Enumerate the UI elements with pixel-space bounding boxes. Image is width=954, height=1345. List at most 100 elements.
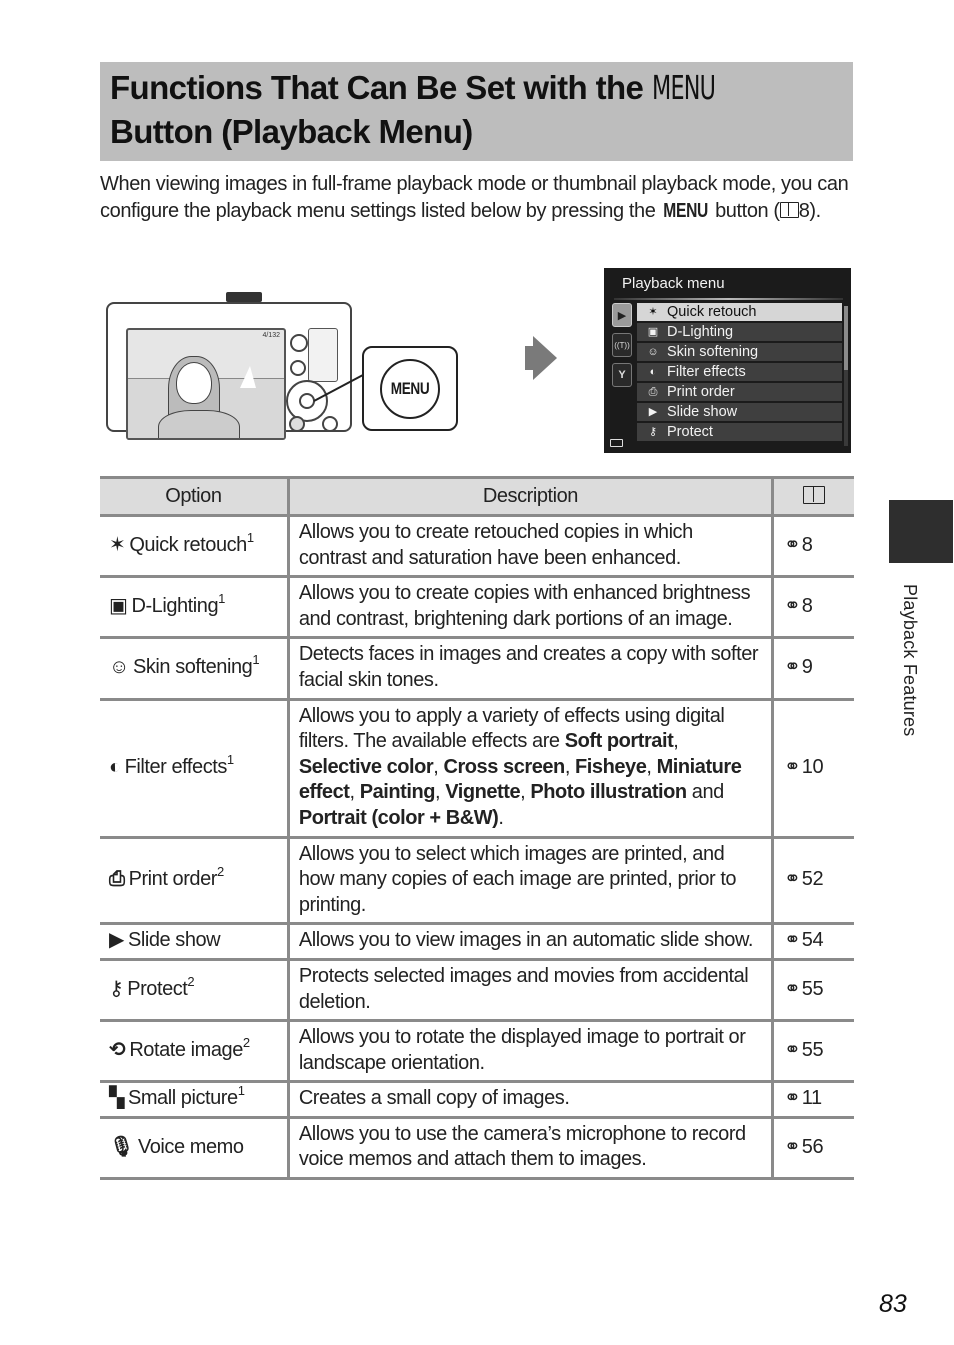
page-reference-link[interactable]: 11 bbox=[802, 1087, 822, 1109]
title-divider bbox=[614, 298, 843, 300]
slide-show-icon: ▶ bbox=[109, 929, 124, 952]
ok-button bbox=[299, 393, 315, 409]
page-number: 83 bbox=[879, 1290, 907, 1318]
menu-button-callout: MENU bbox=[362, 346, 458, 431]
page-reference-link[interactable]: 9 bbox=[802, 656, 813, 678]
footnote-marker: 1 bbox=[237, 1083, 245, 1099]
record-button bbox=[290, 334, 308, 352]
description-text: , bbox=[433, 755, 444, 778]
description-text: , bbox=[520, 781, 531, 804]
description-cell: Allows you to create retouched copies in… bbox=[286, 513, 775, 579]
camera-body: 4/132 bbox=[106, 302, 352, 440]
slide-show-icon: ▶ bbox=[648, 406, 658, 418]
menu-item[interactable]: ◐ Filter effects bbox=[637, 363, 842, 381]
description-text: , bbox=[646, 755, 657, 778]
description-text: and bbox=[686, 781, 724, 804]
menu-button-icon: MENU bbox=[380, 359, 440, 419]
binoculars-icon: ⚭ bbox=[784, 594, 801, 617]
menu-scrollbar[interactable] bbox=[844, 306, 848, 446]
option-label: Print order bbox=[128, 868, 218, 891]
page-ref-link[interactable]: 8 bbox=[799, 200, 810, 222]
option-label: D-Lighting bbox=[131, 594, 219, 617]
binoculars-icon: ⚭ bbox=[784, 656, 801, 679]
table-row: ▶ Slide show Allows you to view images in … bbox=[100, 922, 854, 961]
menu-button-label: MENU bbox=[390, 379, 430, 398]
menu-item[interactable]: ✶ Quick retouch bbox=[637, 303, 842, 321]
description-text: Allows you to rotate the displayed image… bbox=[298, 1026, 746, 1074]
book-icon bbox=[779, 202, 799, 218]
option-cell: ⚷ Protect2 bbox=[100, 957, 290, 1023]
binoculars-icon: ⚭ bbox=[784, 755, 801, 778]
page-reference-link[interactable]: 56 bbox=[802, 1136, 824, 1158]
menu-item[interactable]: ⎙ Print order bbox=[637, 383, 842, 401]
page-reference-link[interactable]: 8 bbox=[802, 534, 813, 556]
page-title: Functions That Can Be Set with the MENU … bbox=[110, 66, 724, 154]
frame-counter: 4/132 bbox=[262, 332, 280, 339]
page-reference-link[interactable]: 8 bbox=[802, 595, 813, 617]
footnote-marker: 2 bbox=[216, 864, 224, 880]
skin-softening-icon: ☺ bbox=[109, 656, 129, 679]
wireless-icon[interactable]: ((T)) bbox=[612, 333, 632, 357]
description-text: Allows you to use the camera’s microphon… bbox=[298, 1122, 746, 1171]
description-text: Detects faces in images and creates a co… bbox=[298, 643, 759, 691]
options-table: Option Description ✶ Quick retouch1 Allows… bbox=[100, 476, 854, 1181]
option-label: Filter effects bbox=[124, 755, 228, 778]
binoculars-icon: ⚭ bbox=[784, 929, 801, 952]
playback-icon[interactable]: ▶ bbox=[612, 303, 632, 327]
binoculars-icon: ⚭ bbox=[784, 977, 801, 1000]
menu-item[interactable]: ⚷ Protect bbox=[637, 423, 842, 441]
page-reference-link[interactable]: 52 bbox=[802, 868, 824, 890]
table-row: ⎙ Print order2 Allows you to select which … bbox=[100, 835, 854, 926]
page-reference-link[interactable]: 55 bbox=[802, 978, 824, 1000]
title-part1: Functions That Can Be Set with the bbox=[110, 69, 652, 106]
menu-item[interactable]: ☺ Skin softening bbox=[637, 343, 842, 361]
menu-item-label: Print order bbox=[667, 384, 735, 400]
option-label: Rotate image bbox=[129, 1038, 243, 1061]
filter-effects-icon: ◐ bbox=[649, 366, 657, 378]
page-reference-link[interactable]: 54 bbox=[802, 929, 824, 951]
table-row: ▚ Small picture1 Creates a small copy of i… bbox=[100, 1080, 854, 1119]
menu-screen-title: Playback menu bbox=[622, 275, 725, 292]
table-row: ⟲ Rotate image2 Allows you to rotate the d… bbox=[100, 1019, 854, 1084]
menu-item-label: Protect bbox=[667, 424, 713, 440]
option-label: Protect bbox=[127, 977, 188, 1000]
menu-item-label: Skin softening bbox=[667, 344, 759, 360]
menu-item[interactable]: ▶ Slide show bbox=[637, 403, 842, 421]
reference-cell: ⚭ 52 bbox=[771, 835, 854, 926]
option-cell: 🎙 Voice memo bbox=[100, 1115, 290, 1181]
option-label: Quick retouch bbox=[129, 533, 247, 556]
page-reference-link[interactable]: 55 bbox=[802, 1039, 824, 1061]
table-row: 🎙 Voice memo Allows you to use the camera’… bbox=[100, 1115, 854, 1181]
quick-retouch-icon: ✶ bbox=[109, 533, 126, 556]
footnote-marker: 1 bbox=[218, 590, 225, 606]
option-cell: ✶ Quick retouch1 bbox=[100, 513, 290, 579]
skin-softening-icon: ☺ bbox=[647, 346, 659, 358]
protect-icon: ⚷ bbox=[648, 426, 658, 438]
description-text: Allows you to create retouched copies in… bbox=[298, 521, 693, 569]
binoculars-icon: ⚭ bbox=[784, 1038, 801, 1061]
reference-cell: ⚭ 55 bbox=[771, 957, 854, 1023]
zoom-dial bbox=[226, 292, 262, 302]
table-header-row: Option Description bbox=[100, 476, 854, 517]
scene-sailboat bbox=[240, 366, 256, 388]
menu-item[interactable]: ▣ D-Lighting bbox=[637, 323, 842, 341]
scrollbar-thumb[interactable] bbox=[844, 306, 848, 370]
description-text: . bbox=[498, 806, 504, 829]
protect-icon: ⚷ bbox=[109, 977, 124, 1000]
print-order-icon: ⎙ bbox=[648, 386, 658, 398]
option-label: Voice memo bbox=[137, 1135, 244, 1158]
playback-button bbox=[290, 360, 306, 376]
small-picture-icon: ▚ bbox=[109, 1087, 124, 1110]
battery-icon bbox=[610, 439, 623, 447]
page-reference-link[interactable]: 10 bbox=[802, 756, 824, 778]
menu-word: MENU bbox=[662, 200, 708, 222]
flash-panel bbox=[308, 328, 338, 382]
menu-item-list: ✶ Quick retouch ▣ D-Lighting ☺ Skin softening… bbox=[637, 303, 842, 443]
reference-cell: ⚭ 54 bbox=[771, 922, 854, 961]
effect-name: Photo illustration bbox=[530, 781, 687, 804]
title-banner: Functions That Can Be Set with the MENU … bbox=[100, 62, 853, 161]
description-cell: Detects faces in images and creates a co… bbox=[286, 636, 775, 701]
option-label: Slide show bbox=[127, 929, 221, 952]
wrench-icon[interactable]: Y bbox=[612, 363, 632, 387]
binoculars-icon: ⚭ bbox=[784, 533, 801, 556]
